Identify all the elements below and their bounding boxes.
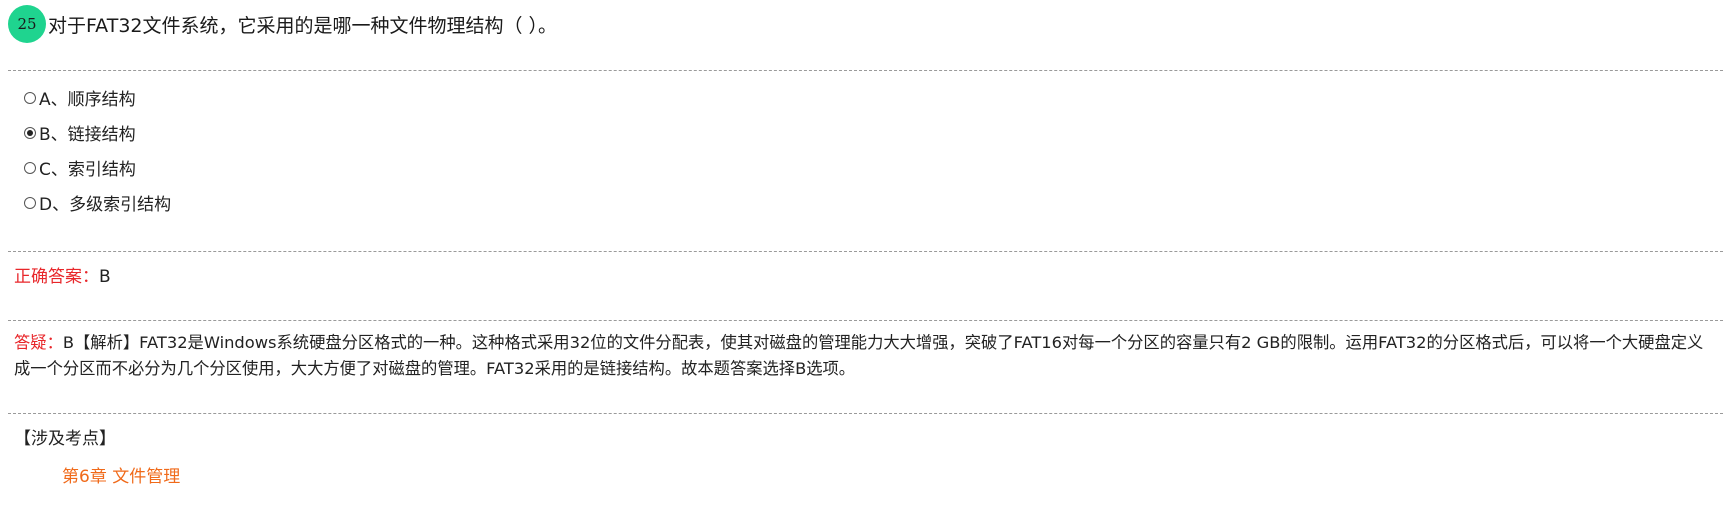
divider [8,251,1723,252]
correct-answer: 正确答案：B [14,262,111,287]
correct-answer-value: B [99,267,111,287]
option-label: C、索引结构 [39,160,136,180]
option-label: D、多级索引结构 [39,195,172,215]
option-c[interactable]: C、索引结构 [24,150,171,185]
analysis-text: B【解析】FAT32是Windows系统硬盘分区格式的一种。这种格式采用32位的… [14,333,1704,378]
analysis-label: 答疑： [14,333,63,352]
analysis: 答疑：B【解析】FAT32是Windows系统硬盘分区格式的一种。这种格式采用3… [14,330,1714,382]
question-number-badge: 25 [8,5,46,43]
question-header: 25 对于FAT32文件系统，它采用的是哪一种文件物理结构（ ）。 [8,4,557,44]
option-label: B、链接结构 [39,125,136,145]
topic-link-chapter-6[interactable]: 第6章 文件管理 [62,462,180,487]
radio-button[interactable] [24,161,36,174]
correct-answer-label: 正确答案： [14,267,99,287]
divider [8,70,1723,71]
radio-button[interactable] [24,196,36,209]
divider [8,320,1723,321]
radio-button[interactable] [24,91,36,104]
options-list: A、顺序结构 B、链接结构 C、索引结构 D、多级索引结构 [24,80,171,220]
radio-button[interactable] [24,126,36,139]
question-text: 对于FAT32文件系统，它采用的是哪一种文件物理结构（ ）。 [48,14,558,37]
topics-title: 【涉及考点】 [14,429,116,449]
option-b[interactable]: B、链接结构 [24,115,171,150]
divider [8,413,1723,414]
option-label: A、顺序结构 [39,90,136,110]
option-a[interactable]: A、顺序结构 [24,80,171,115]
option-d[interactable]: D、多级索引结构 [24,185,171,220]
